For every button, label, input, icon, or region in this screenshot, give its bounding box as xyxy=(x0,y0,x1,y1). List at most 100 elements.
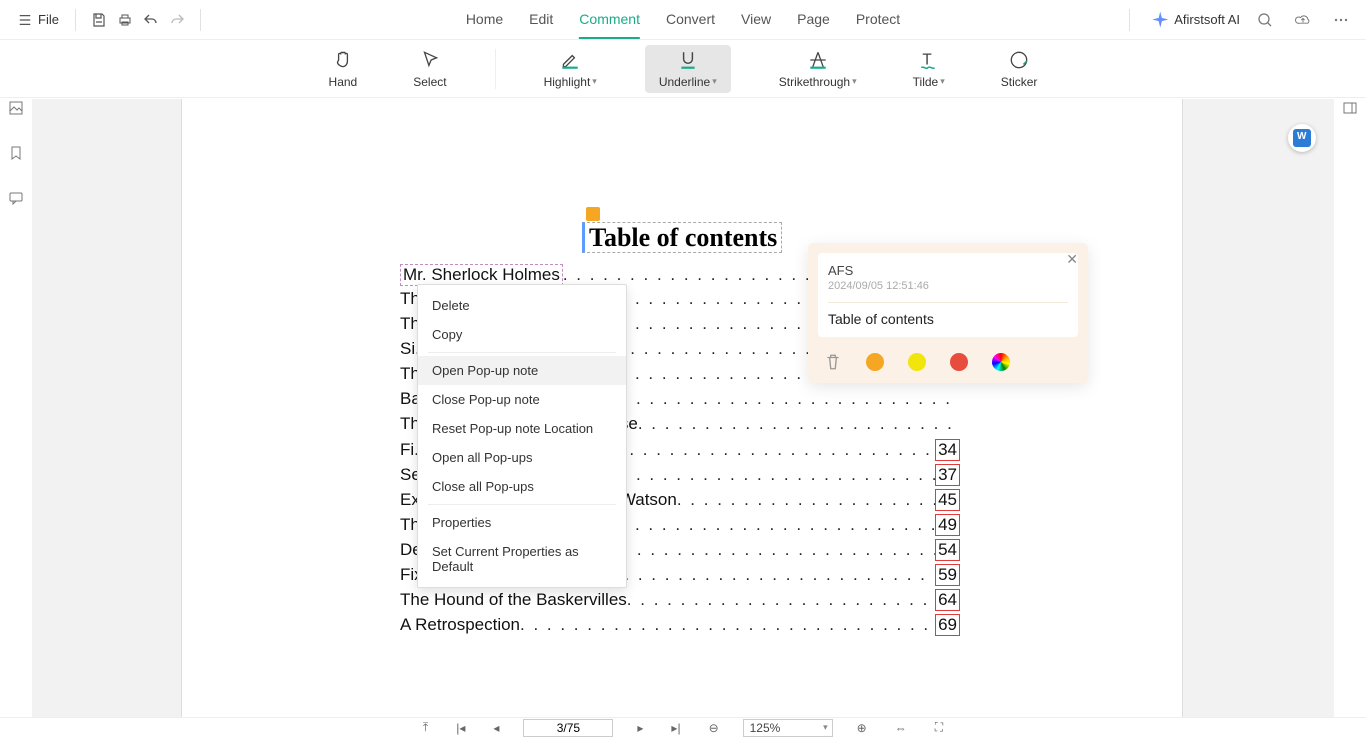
redo-button[interactable] xyxy=(164,7,190,33)
print-icon xyxy=(117,12,133,28)
divider xyxy=(1129,9,1130,31)
menu-item[interactable]: Close Pop-up note xyxy=(418,385,626,414)
last-page-button[interactable]: ▸| xyxy=(667,721,684,735)
tab-view[interactable]: View xyxy=(741,1,771,39)
cloud-button[interactable] xyxy=(1290,7,1316,33)
menu-item[interactable]: Copy xyxy=(418,320,626,349)
document-viewport[interactable]: Table of contents Mr. Sherlock HolmesThT… xyxy=(32,99,1334,717)
ai-label: Afirstsoft AI xyxy=(1174,12,1240,27)
popup-note[interactable]: ✕ AFS 2024/09/05 12:51:46 Table of conte… xyxy=(808,243,1088,383)
fit-width-button[interactable]: ⇔ xyxy=(891,721,911,735)
tool-sticker[interactable]: Sticker xyxy=(993,47,1046,91)
zoom-out-button[interactable]: ⊖ xyxy=(705,721,723,735)
toc-page-number: 64 xyxy=(935,589,960,611)
ribbon: Hand Select Highlight▾ Underline▾ Strike… xyxy=(0,40,1366,98)
more-button[interactable] xyxy=(1328,7,1354,33)
tool-strikethrough[interactable]: Strikethrough▾ xyxy=(771,47,865,91)
more-icon xyxy=(1333,12,1349,28)
main-tabs: Home Edit Comment Convert View Page Prot… xyxy=(466,1,900,39)
underline-icon xyxy=(677,49,699,71)
toc-chapter: A Retrospection xyxy=(400,615,520,635)
image-icon xyxy=(8,100,24,116)
note-timestamp: 2024/09/05 12:51:46 xyxy=(828,280,1068,292)
file-menu-button[interactable]: File xyxy=(12,8,65,31)
tool-hand[interactable]: Hand xyxy=(321,47,366,91)
search-button[interactable] xyxy=(1252,7,1278,33)
zoom-select[interactable]: 125%▾ xyxy=(743,719,833,737)
menu-separator xyxy=(428,504,616,505)
menu-item[interactable]: Reset Pop-up note Location xyxy=(418,414,626,443)
color-swatch-red[interactable] xyxy=(950,353,968,371)
toc-chapter: Mr. Sherlock Holmes xyxy=(400,264,563,286)
status-bar: ⤒ |◂ ◂ ▸ ▸| ⊖ 125%▾ ⊕ ⇔ ⛶ xyxy=(0,717,1366,737)
color-picker-button[interactable] xyxy=(992,353,1010,371)
undo-icon xyxy=(143,12,159,28)
tool-tilde[interactable]: T Tilde▾ xyxy=(905,47,953,91)
color-swatch-orange[interactable] xyxy=(866,353,884,371)
toc-chapter: Fi xyxy=(400,440,414,460)
toc-page-number: 45 xyxy=(935,489,960,511)
tool-select[interactable]: Select xyxy=(405,47,454,91)
save-icon xyxy=(91,12,107,28)
tab-comment[interactable]: Comment xyxy=(579,1,640,39)
trash-icon[interactable] xyxy=(824,353,842,371)
save-button[interactable] xyxy=(86,7,112,33)
bookmarks-panel-button[interactable] xyxy=(8,145,24,166)
cloud-upload-icon xyxy=(1295,12,1311,28)
sparkle-icon xyxy=(1152,12,1168,28)
cursor-icon xyxy=(419,49,441,71)
zoom-in-button[interactable]: ⊕ xyxy=(853,721,871,735)
menu-item[interactable]: Properties xyxy=(418,508,626,537)
toc-page-number: 54 xyxy=(935,539,960,561)
chat-icon xyxy=(8,190,24,206)
toc-page-number: 37 xyxy=(935,464,960,486)
tab-page[interactable]: Page xyxy=(797,1,830,39)
menu-separator xyxy=(428,352,616,353)
next-page-button[interactable]: ▸ xyxy=(633,721,647,735)
left-rail xyxy=(0,100,32,211)
tab-edit[interactable]: Edit xyxy=(529,1,553,39)
first-page-button[interactable]: |◂ xyxy=(452,721,469,735)
menu-item[interactable]: Open Pop-up note xyxy=(418,356,626,385)
close-button[interactable]: ✕ xyxy=(1066,251,1078,268)
print-button[interactable] xyxy=(112,7,138,33)
tool-highlight[interactable]: Highlight▾ xyxy=(536,47,605,91)
tab-protect[interactable]: Protect xyxy=(856,1,900,39)
fullscreen-button[interactable]: ⛶ xyxy=(931,720,947,735)
color-swatch-yellow[interactable] xyxy=(908,353,926,371)
hand-icon xyxy=(332,49,354,71)
note-indicator-icon[interactable] xyxy=(586,207,600,221)
toc-title[interactable]: Table of contents xyxy=(582,222,782,253)
hamburger-icon xyxy=(18,13,32,27)
undo-button[interactable] xyxy=(138,7,164,33)
tab-home[interactable]: Home xyxy=(466,1,503,39)
menu-item[interactable]: Delete xyxy=(418,291,626,320)
toc-page-number: 59 xyxy=(935,564,960,586)
menu-item[interactable]: Set Current Properties as Default xyxy=(418,537,626,581)
page-number-input[interactable] xyxy=(523,719,613,737)
highlight-icon xyxy=(559,49,581,71)
toc-line: The Hound of the Baskervilles64 xyxy=(400,589,960,614)
thumbnails-panel-button[interactable] xyxy=(8,100,24,121)
panel-icon xyxy=(1342,100,1358,116)
menu-item[interactable]: Open all Pop-ups xyxy=(418,443,626,472)
menu-item[interactable]: Close all Pop-ups xyxy=(418,472,626,501)
word-icon xyxy=(1293,129,1311,147)
right-panel-button[interactable] xyxy=(1342,100,1358,121)
toc-page-number: 49 xyxy=(935,514,960,536)
toc-page-number: 69 xyxy=(935,614,960,636)
divider xyxy=(75,9,76,31)
file-label: File xyxy=(38,12,59,27)
ai-button[interactable]: Afirstsoft AI xyxy=(1152,12,1240,28)
sticker-icon xyxy=(1008,49,1030,71)
tool-underline[interactable]: Underline▾ xyxy=(645,45,731,93)
tab-convert[interactable]: Convert xyxy=(666,1,715,39)
scroll-top-button[interactable]: ⤒ xyxy=(419,720,432,735)
divider xyxy=(200,9,201,31)
comments-panel-button[interactable] xyxy=(8,190,24,211)
toc-page-number: 34 xyxy=(935,439,960,461)
export-word-button[interactable] xyxy=(1288,124,1316,152)
prev-page-button[interactable]: ◂ xyxy=(489,721,503,735)
note-body[interactable]: Table of contents xyxy=(828,302,1068,327)
divider xyxy=(495,49,496,89)
